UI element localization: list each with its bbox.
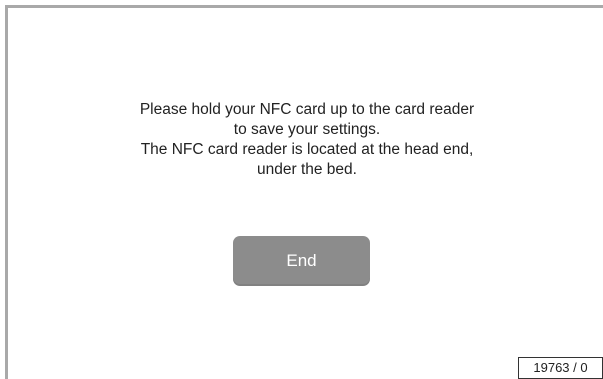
instruction-line-4: under the bed.: [257, 161, 357, 178]
instruction-line-1: Please hold your NFC card up to the card…: [139, 101, 475, 118]
instruction-line-3: The NFC card reader is located at the he…: [140, 141, 474, 158]
nfc-save-dialog: Please hold your NFC card up to the card…: [5, 5, 603, 379]
screen-id-label: 19763 / 0: [518, 357, 603, 379]
instruction-message: Please hold your NFC card up to the card…: [8, 100, 603, 180]
end-button[interactable]: End: [233, 236, 370, 286]
instruction-line-2: to save your settings.: [233, 121, 381, 138]
